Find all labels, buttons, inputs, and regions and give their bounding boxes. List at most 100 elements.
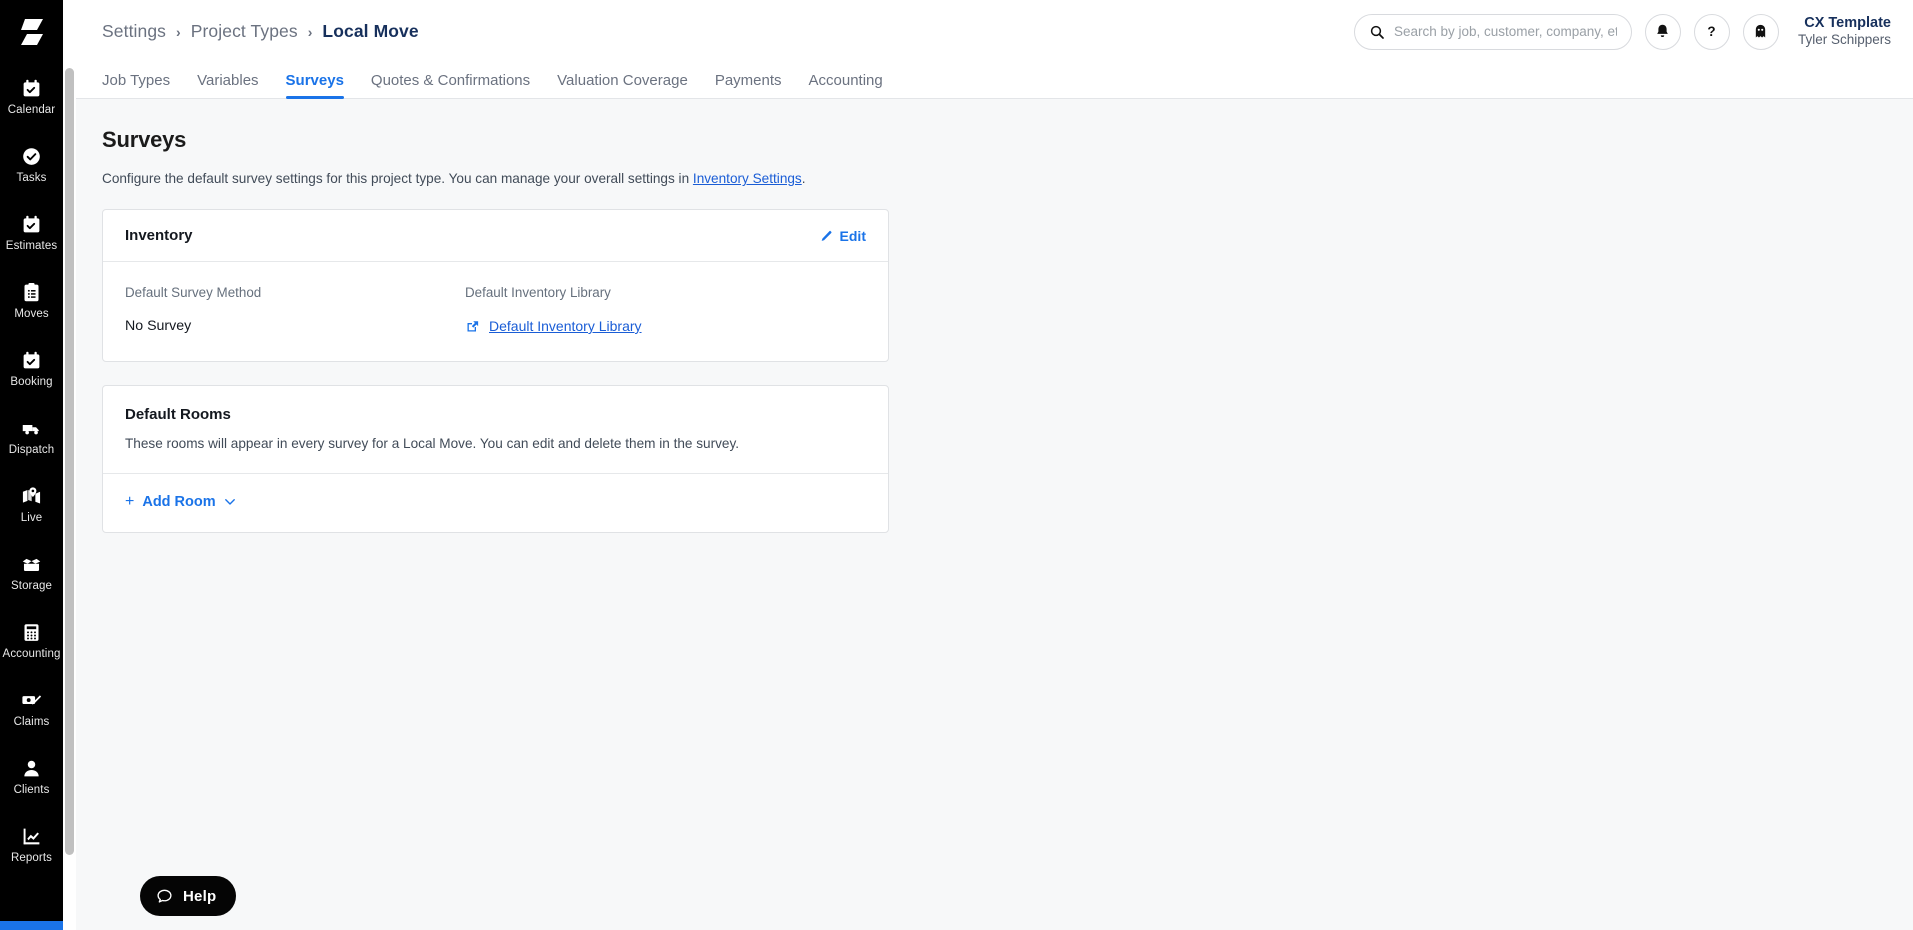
- search-box[interactable]: [1353, 13, 1632, 50]
- default-rooms-header: Default Rooms These rooms will appear in…: [103, 386, 888, 474]
- page-title: Surveys: [102, 127, 187, 152]
- tab-accounting[interactable]: Accounting: [809, 72, 883, 98]
- map-pin-icon: [22, 486, 41, 503]
- sidebar-item-estimates[interactable]: Estimates: [0, 199, 63, 267]
- check-circle-icon: [23, 147, 40, 165]
- page-description: Configure the default survey settings fo…: [102, 171, 1913, 186]
- sidebar-item-label: Estimates: [5, 239, 58, 252]
- bell-icon: [1657, 24, 1669, 38]
- truck-icon: [22, 424, 39, 434]
- sidebar-item-label: Storage: [11, 579, 52, 592]
- sidebar-item-reports[interactable]: Reports: [0, 811, 63, 879]
- ghost-icon: [1756, 24, 1766, 38]
- user-menu[interactable]: CX Template Tyler Schippers: [1798, 14, 1891, 49]
- field-value: No Survey: [125, 318, 192, 334]
- sidebar-item-label: Tasks: [16, 171, 47, 184]
- breadcrumb-item-project-types[interactable]: Project Types: [191, 21, 298, 42]
- breadcrumb-item-settings[interactable]: Settings: [102, 21, 166, 42]
- sidebar-item-storage[interactable]: Storage: [0, 539, 63, 607]
- sidebar-item-booking[interactable]: Booking: [0, 335, 63, 403]
- inventory-card-header: Inventory Edit: [103, 210, 888, 262]
- sidebar-item-tasks[interactable]: Tasks: [0, 131, 63, 199]
- lightning-bolt-logo-icon: [20, 18, 43, 45]
- main-sidebar: Calendar Tasks Estimates Moves Booking D…: [0, 0, 63, 930]
- edit-inventory-button[interactable]: Edit: [819, 228, 866, 244]
- sidebar-item-accounting[interactable]: Accounting: [0, 607, 63, 675]
- sidebar-nav-list: Calendar Tasks Estimates Moves Booking D…: [0, 63, 63, 879]
- sidebar-item-label: Reports: [11, 851, 52, 864]
- external-link-icon: [467, 320, 479, 331]
- inventory-card-title: Inventory: [125, 227, 193, 244]
- page-scrollbar[interactable]: [63, 0, 76, 930]
- page-description-text: Configure the default survey settings fo…: [102, 171, 693, 186]
- app-logo[interactable]: [0, 0, 63, 63]
- edit-inventory-label: Edit: [839, 227, 866, 244]
- help-center-button[interactable]: ?: [1693, 13, 1730, 50]
- money-edit-icon: [22, 694, 42, 705]
- field-label: Default Inventory Library: [465, 285, 611, 300]
- breadcrumb-separator-icon: ›: [307, 23, 313, 40]
- default-inventory-library-link[interactable]: Default Inventory Library: [489, 318, 642, 334]
- breadcrumb-separator-icon: ›: [176, 23, 181, 40]
- chevron-down-icon: [224, 499, 235, 505]
- tab-job-types[interactable]: Job Types: [102, 72, 170, 98]
- sidebar-item-label: Moves: [14, 307, 49, 320]
- main-area: Settings › Project Types › Local Move Se…: [63, 0, 1913, 930]
- pencil-icon: [821, 230, 832, 241]
- sidebar-item-calendar[interactable]: Calendar: [0, 63, 63, 131]
- inventory-settings-link[interactable]: Inventory Settings: [693, 171, 802, 186]
- default-rooms-title: Default Rooms: [125, 406, 231, 423]
- sidebar-item-label: Dispatch: [8, 443, 55, 456]
- sidebar-item-claims[interactable]: Claims: [0, 675, 63, 743]
- notifications-button[interactable]: [1644, 13, 1681, 50]
- open-box-icon: [22, 558, 41, 571]
- field-value: Default Inventory Library: [465, 318, 805, 334]
- sidebar-item-label: Calendar: [7, 103, 56, 116]
- top-header: Settings › Project Types › Local Move Se…: [63, 0, 1913, 63]
- search-input[interactable]: [1393, 24, 1617, 39]
- help-widget-label: Help: [183, 887, 217, 905]
- tab-quotes-confirmations[interactable]: Quotes & Confirmations: [371, 72, 530, 98]
- tab-surveys[interactable]: Surveys: [285, 72, 345, 99]
- user-company: CX Template: [1804, 15, 1891, 31]
- app-root: Calendar Tasks Estimates Moves Booking D…: [0, 0, 1913, 930]
- tab-payments[interactable]: Payments: [715, 72, 782, 98]
- page-description-period: .: [801, 171, 806, 186]
- help-widget-button[interactable]: Help: [140, 876, 237, 916]
- breadcrumb: Settings › Project Types › Local Move: [102, 21, 419, 42]
- tab-valuation-coverage[interactable]: Valuation Coverage: [557, 72, 688, 98]
- add-room-label: Add Room: [142, 494, 216, 510]
- calendar-check-icon: [23, 215, 40, 232]
- inventory-card: Inventory Edit Default Survey Method No …: [102, 209, 889, 362]
- settings-tabbar: Job Types Variables Surveys Quotes & Con…: [63, 63, 1913, 99]
- question-mark-icon: ?: [1708, 24, 1716, 39]
- header-actions: ? CX Template Tyler Schippers: [1353, 13, 1891, 50]
- calculator-icon: [24, 623, 39, 641]
- inventory-fields-row: Default Survey Method No Survey Default …: [125, 285, 866, 334]
- speech-bubble-icon: [157, 889, 172, 903]
- default-rooms-card: Default Rooms These rooms will appear in…: [102, 385, 889, 533]
- default-rooms-footer: + Add Room: [103, 474, 888, 532]
- page-scrollbar-thumb[interactable]: [65, 68, 74, 855]
- add-room-button[interactable]: + Add Room: [125, 494, 236, 510]
- inventory-card-body: Default Survey Method No Survey Default …: [103, 262, 888, 361]
- clipboard-list-icon: [24, 282, 39, 301]
- sidebar-item-label: Booking: [10, 375, 53, 388]
- sidebar-item-label: Accounting: [2, 647, 61, 660]
- svg-text:?: ?: [1708, 24, 1716, 39]
- sidebar-item-label: Clients: [13, 783, 50, 796]
- sidebar-item-moves[interactable]: Moves: [0, 267, 63, 335]
- calendar-check-icon: [23, 79, 40, 96]
- user-name: Tyler Schippers: [1797, 32, 1891, 48]
- ghost-mode-button[interactable]: [1742, 13, 1779, 50]
- sidebar-item-clients[interactable]: Clients: [0, 743, 63, 811]
- field-default-survey-method: Default Survey Method No Survey: [125, 285, 465, 334]
- sidebar-item-dispatch[interactable]: Dispatch: [0, 403, 63, 471]
- calendar-check-icon: [23, 351, 40, 368]
- sidebar-item-live[interactable]: Live: [0, 471, 63, 539]
- line-chart-icon: [23, 828, 40, 844]
- field-default-inventory-library: Default Inventory Library Default Invent…: [465, 285, 805, 334]
- breadcrumb-item-local-move: Local Move: [322, 21, 419, 41]
- sidebar-bottom-accent: [0, 921, 63, 930]
- tab-variables[interactable]: Variables: [197, 72, 258, 98]
